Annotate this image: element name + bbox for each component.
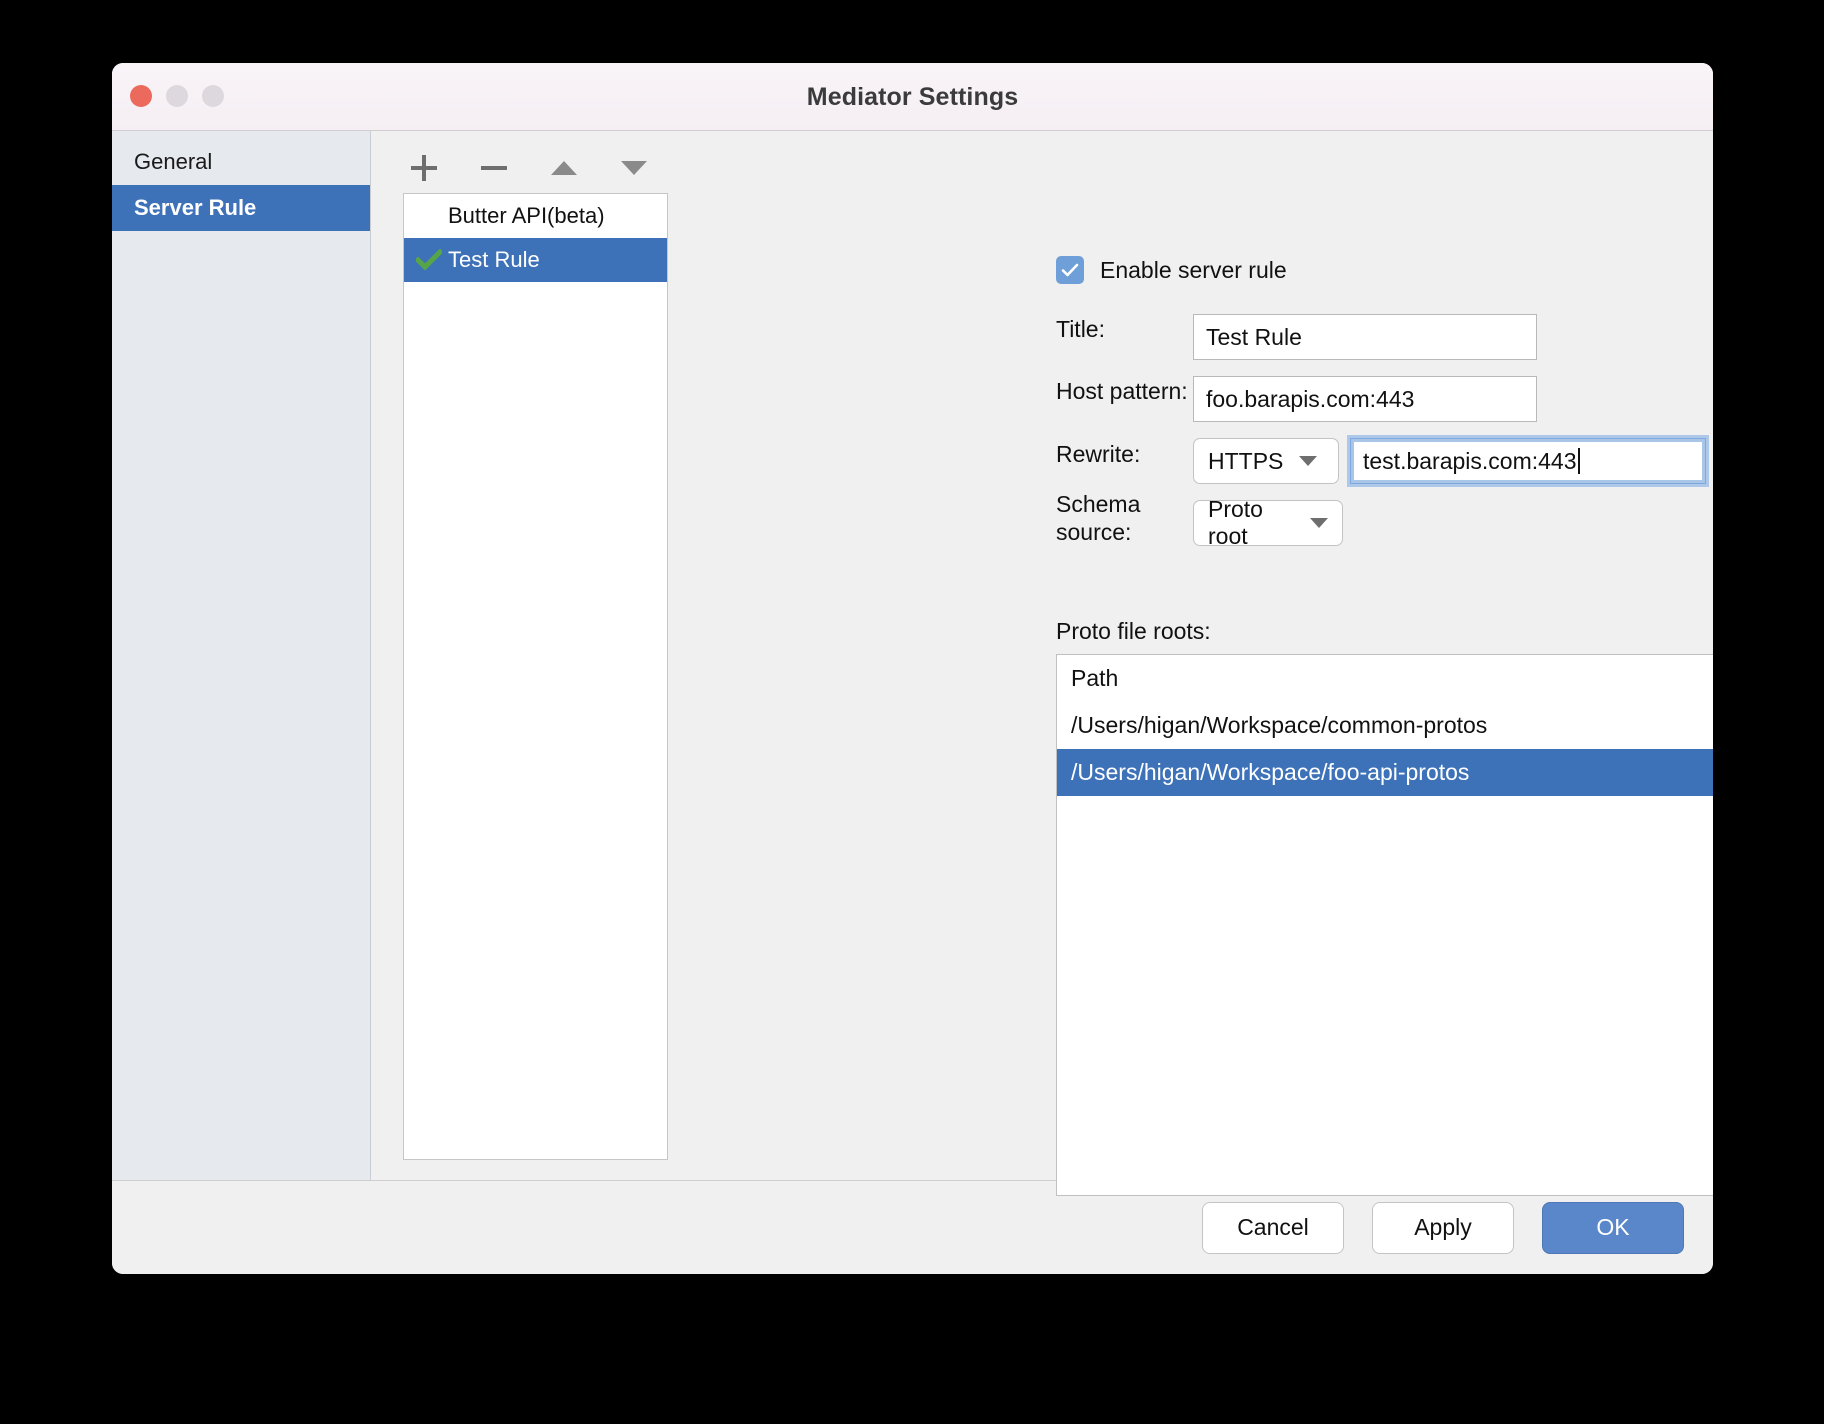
chevron-down-icon xyxy=(1310,518,1328,528)
enable-server-rule-checkbox[interactable] xyxy=(1056,256,1084,284)
ok-button[interactable]: OK xyxy=(1542,1201,1684,1254)
apply-button[interactable]: Apply xyxy=(1372,1201,1514,1254)
enable-server-rule-label: Enable server rule xyxy=(1100,256,1287,283)
host-pattern-label-wrap: Host pattern: xyxy=(1056,377,1188,405)
list-item-label: Butter API(beta) xyxy=(448,203,605,228)
proto-file-roots-table[interactable]: Path /Users/higan/Workspace/common-proto… xyxy=(1056,654,1713,1196)
proto-file-roots-label-wrap: Proto file roots: xyxy=(1056,617,1211,645)
schema-source-label-wrap: Schema source: xyxy=(1056,490,1196,546)
cancel-button-label: Cancel xyxy=(1237,1214,1309,1240)
settings-window: Mediator Settings General Server Rule Bu… xyxy=(112,63,1713,1274)
window-title: Mediator Settings xyxy=(806,83,1019,111)
host-pattern-label: Host pattern: xyxy=(1056,378,1188,404)
proto-file-roots-label: Proto file roots: xyxy=(1056,618,1211,644)
schema-source-label: Schema source: xyxy=(1056,491,1141,546)
sidebar-item-server-rule[interactable]: Server Rule xyxy=(112,185,370,231)
enable-server-rule-row[interactable]: Enable server rule xyxy=(1056,256,1287,284)
list-item[interactable]: Test Rule xyxy=(404,238,667,282)
move-rule-up-button[interactable] xyxy=(543,148,585,188)
plus-icon xyxy=(411,155,437,181)
ok-button-label: OK xyxy=(1596,1214,1630,1240)
host-pattern-input-value: foo.barapis.com:443 xyxy=(1206,385,1415,412)
window-titlebar: Mediator Settings xyxy=(112,63,1713,131)
chevron-down-icon xyxy=(1299,456,1318,466)
remove-rule-button[interactable] xyxy=(473,148,515,188)
settings-sidebar: General Server Rule xyxy=(112,131,371,1180)
table-row[interactable]: /Users/higan/Workspace/common-protos xyxy=(1057,702,1713,749)
rewrite-label-wrap: Rewrite: xyxy=(1056,440,1140,468)
triangle-down-icon xyxy=(621,161,647,175)
rewrite-label: Rewrite: xyxy=(1056,441,1141,467)
sidebar-item-general[interactable]: General xyxy=(112,139,370,185)
text-cursor xyxy=(1577,448,1580,474)
title-label: Title: xyxy=(1056,316,1105,342)
minus-icon xyxy=(481,166,507,170)
schema-source-value: Proto root xyxy=(1208,496,1263,549)
rewrite-scheme-value: HTTPS xyxy=(1208,447,1284,474)
table-row[interactable]: /Users/higan/Workspace/foo-api-protos xyxy=(1057,749,1713,796)
triangle-up-icon xyxy=(551,161,577,175)
title-input-value: Test Rule xyxy=(1206,323,1302,350)
column-header-path: Path xyxy=(1071,665,1119,691)
move-rule-down-button[interactable] xyxy=(613,148,655,188)
rewrite-scheme-select[interactable]: HTTPS xyxy=(1193,438,1339,484)
table-cell-path: /Users/higan/Workspace/foo-api-protos xyxy=(1071,759,1470,785)
rule-list-toolbar xyxy=(403,148,655,188)
table-cell-path: /Users/higan/Workspace/common-protos xyxy=(1071,712,1488,738)
add-rule-button[interactable] xyxy=(403,148,445,188)
window-body: General Server Rule Butter API(beta) Tes… xyxy=(112,131,1713,1196)
rewrite-host-input[interactable]: test.barapis.com:443 xyxy=(1350,438,1706,484)
list-item[interactable]: Butter API(beta) xyxy=(404,194,667,238)
settings-content: Butter API(beta) Test Rule Enable server… xyxy=(371,131,1713,1196)
title-label-wrap: Title: xyxy=(1056,315,1105,343)
checkmark-icon xyxy=(410,249,448,271)
cancel-button[interactable]: Cancel xyxy=(1202,1201,1344,1254)
rule-list[interactable]: Butter API(beta) Test Rule xyxy=(403,193,668,1160)
schema-source-select[interactable]: Proto root xyxy=(1193,496,1343,549)
table-column-header: Path xyxy=(1057,655,1713,702)
list-item-label: Test Rule xyxy=(448,247,540,272)
apply-button-label: Apply xyxy=(1414,1214,1472,1240)
rewrite-host-input-value: test.barapis.com:443 xyxy=(1363,447,1577,474)
host-pattern-input[interactable]: foo.barapis.com:443 xyxy=(1193,376,1537,422)
sidebar-item-label: General xyxy=(134,149,213,174)
sidebar-item-label: Server Rule xyxy=(134,195,257,220)
title-input[interactable]: Test Rule xyxy=(1193,314,1537,360)
server-rule-form: Enable server rule Title: Test Rule Host… xyxy=(693,193,1713,1196)
